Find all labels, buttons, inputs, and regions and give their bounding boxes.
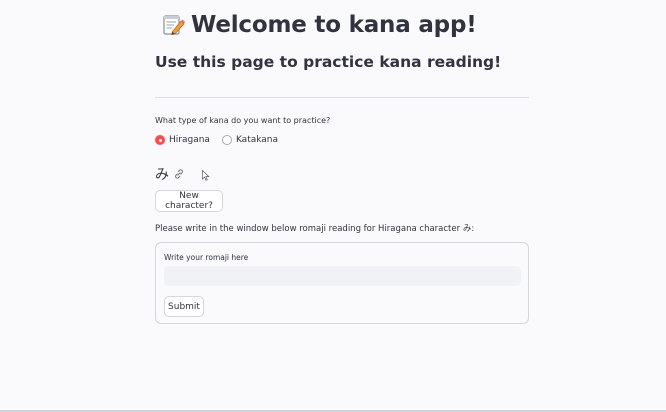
- current-kana-character: み: [155, 167, 169, 183]
- divider: [155, 97, 529, 98]
- new-character-button[interactable]: New character?: [155, 190, 223, 212]
- kana-display: み: [155, 164, 185, 184]
- memo-pencil-icon: [163, 15, 185, 35]
- instruction-text: Please write in the window below romaji …: [155, 224, 475, 234]
- link-icon[interactable]: [173, 168, 185, 180]
- radio-option-katakana[interactable]: Katakana: [221, 135, 279, 145]
- page-title-text: Welcome to kana app!: [191, 12, 477, 38]
- radio-option-hiragana[interactable]: Hiragana: [155, 135, 210, 145]
- app-page: Welcome to kana app! Use this page to pr…: [0, 0, 666, 412]
- radio-label-katakana: Katakana: [235, 135, 279, 145]
- page-title: Welcome to kana app!: [161, 12, 477, 38]
- romaji-input[interactable]: [164, 266, 521, 286]
- radio-unselected-icon[interactable]: [221, 135, 232, 145]
- page-subtitle: Use this page to practice kana reading!: [155, 53, 502, 71]
- romaji-form: Write your romaji here Submit: [155, 242, 529, 324]
- submit-button[interactable]: Submit: [164, 296, 204, 317]
- kana-type-question: What type of kana do you want to practic…: [155, 116, 331, 125]
- mouse-cursor-icon: [202, 170, 210, 181]
- romaji-input-label: Write your romaji here: [164, 253, 249, 262]
- kana-type-radio-group: Hiragana Katakana: [155, 135, 290, 145]
- radio-selected-icon[interactable]: [155, 135, 165, 145]
- radio-label-hiragana: Hiragana: [169, 135, 210, 145]
